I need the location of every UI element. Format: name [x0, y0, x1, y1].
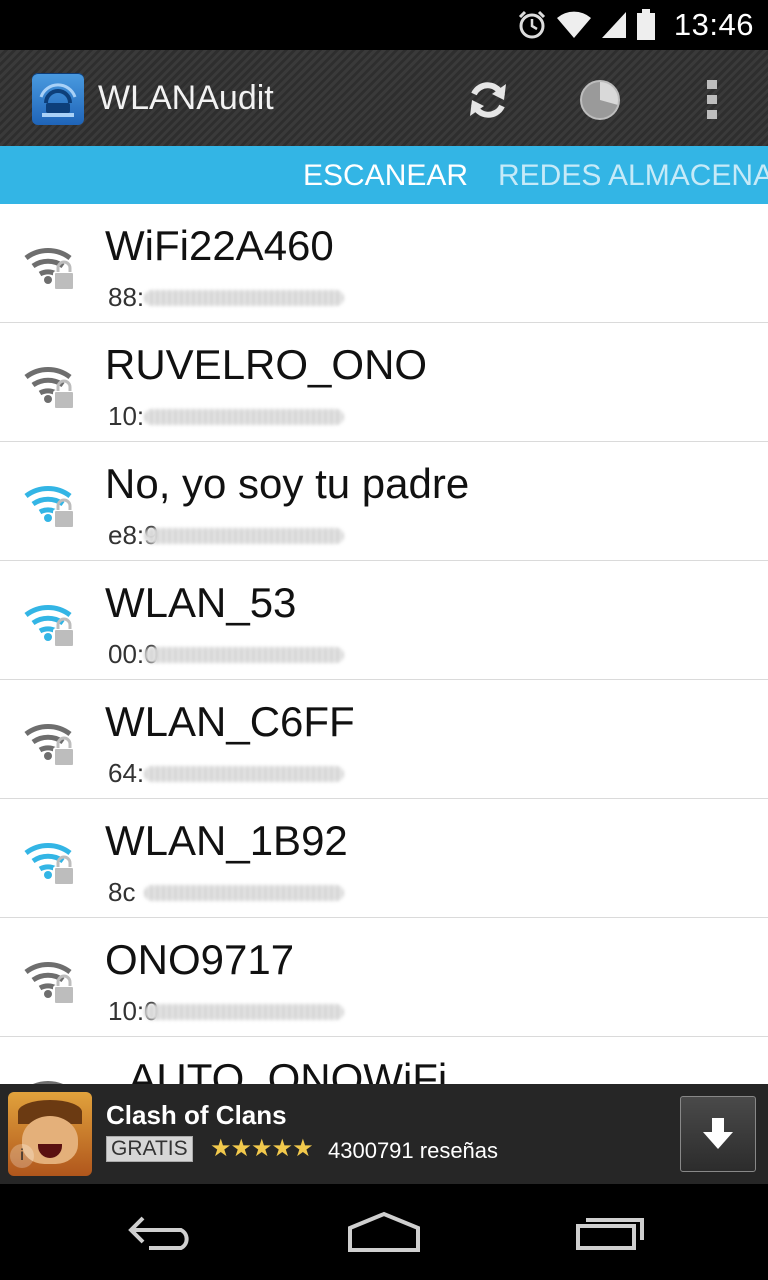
refresh-button[interactable] — [460, 72, 516, 128]
wifi-lock-icon — [24, 242, 76, 292]
ad-banner[interactable]: i Clash of Clans GRATIS ★★★★★ 4300791 re… — [0, 1084, 768, 1184]
recent-apps-button[interactable] — [562, 1206, 658, 1258]
redacted-mac-blur — [144, 766, 344, 782]
overflow-menu-icon — [707, 80, 717, 119]
app-title: WLANAudit — [98, 79, 274, 117]
network-bssid: 10: — [108, 401, 145, 431]
network-list-item[interactable]: No, yo soy tu padre e8:9 — [0, 442, 768, 561]
network-ssid: WiFi22A460 — [105, 222, 334, 269]
redacted-mac-blur — [144, 290, 344, 306]
wifi-lock-icon — [24, 718, 76, 768]
recent-apps-icon — [576, 1218, 644, 1250]
wifi-lock-icon — [24, 956, 76, 1006]
ad-rating-stars: ★★★★★ — [210, 1135, 314, 1162]
tab-redes-almacenadas[interactable]: REDES ALMACENADAS — [498, 159, 768, 193]
pie-chart-icon — [580, 80, 620, 120]
wifi-lock-icon — [24, 599, 76, 649]
download-arrow-icon — [703, 1118, 733, 1149]
network-ssid: _AUTO_ONOWiFi — [105, 1055, 448, 1084]
network-ssid: ONO9717 — [105, 936, 295, 983]
wifi-lock-icon — [24, 1075, 76, 1084]
status-bar: 13:46 — [0, 0, 768, 50]
network-ssid: WLAN_53 — [105, 579, 297, 626]
wifi-lock-icon — [24, 361, 76, 411]
network-list-item[interactable]: WLAN_C6FF 64: — [0, 680, 768, 799]
network-list-item[interactable]: ONO9717 10:0 — [0, 918, 768, 1037]
network-bssid: 8c — [108, 877, 136, 907]
network-list-item[interactable]: RUVELRO_ONO 10: — [0, 323, 768, 442]
navigation-bar — [0, 1184, 768, 1280]
stats-button[interactable] — [572, 72, 628, 128]
ad-info-icon[interactable]: i — [10, 1144, 34, 1168]
network-list-item[interactable]: WLAN_1B92 8c — [0, 799, 768, 918]
redacted-mac-blur — [144, 409, 344, 425]
ad-download-button[interactable] — [680, 1096, 756, 1172]
network-list[interactable]: WiFi22A460 88: RUVELRO_ONO 10: No, yo soy tu… — [0, 204, 768, 1084]
tab-bar: ESCANEAR REDES ALMACENADAS — [0, 146, 768, 204]
battery-icon — [636, 9, 656, 41]
network-bssid: 64: — [108, 758, 145, 788]
status-time: 13:46 — [673, 7, 754, 42]
redacted-mac-blur — [144, 1004, 344, 1020]
tab-escanear[interactable]: ESCANEAR — [303, 159, 468, 193]
refresh-icon — [470, 82, 506, 118]
wifi-lock-icon — [24, 480, 76, 530]
overflow-menu-button[interactable] — [684, 72, 740, 128]
network-list-item[interactable]: WiFi22A460 88: — [0, 204, 768, 323]
wifi-lock-icon — [24, 837, 76, 887]
back-icon — [128, 1216, 189, 1250]
network-ssid: No, yo soy tu padre — [105, 460, 470, 507]
home-icon — [348, 1211, 420, 1252]
wlanaudit-app-icon[interactable] — [32, 73, 84, 125]
ad-review-count: 4300791 reseñas — [328, 1138, 499, 1163]
ad-title: Clash of Clans — [106, 1100, 287, 1130]
network-list-item[interactable]: _AUTO_ONOWiFi — [0, 1037, 768, 1084]
redacted-mac-blur — [144, 528, 344, 544]
network-list-item[interactable]: WLAN_53 00:0 — [0, 561, 768, 680]
home-button[interactable] — [336, 1206, 432, 1258]
back-button[interactable] — [112, 1206, 208, 1258]
wifi-icon — [556, 10, 592, 40]
network-ssid: WLAN_1B92 — [105, 817, 348, 864]
alarm-icon — [516, 9, 548, 41]
ad-price-badge: GRATIS — [106, 1136, 193, 1162]
signal-icon — [600, 10, 628, 40]
redacted-mac-blur — [144, 647, 344, 663]
network-bssid: 88: — [108, 282, 145, 312]
network-ssid: WLAN_C6FF — [105, 698, 355, 745]
network-ssid: RUVELRO_ONO — [105, 341, 428, 388]
redacted-mac-blur — [144, 885, 344, 901]
action-bar: WLANAudit — [0, 50, 768, 146]
